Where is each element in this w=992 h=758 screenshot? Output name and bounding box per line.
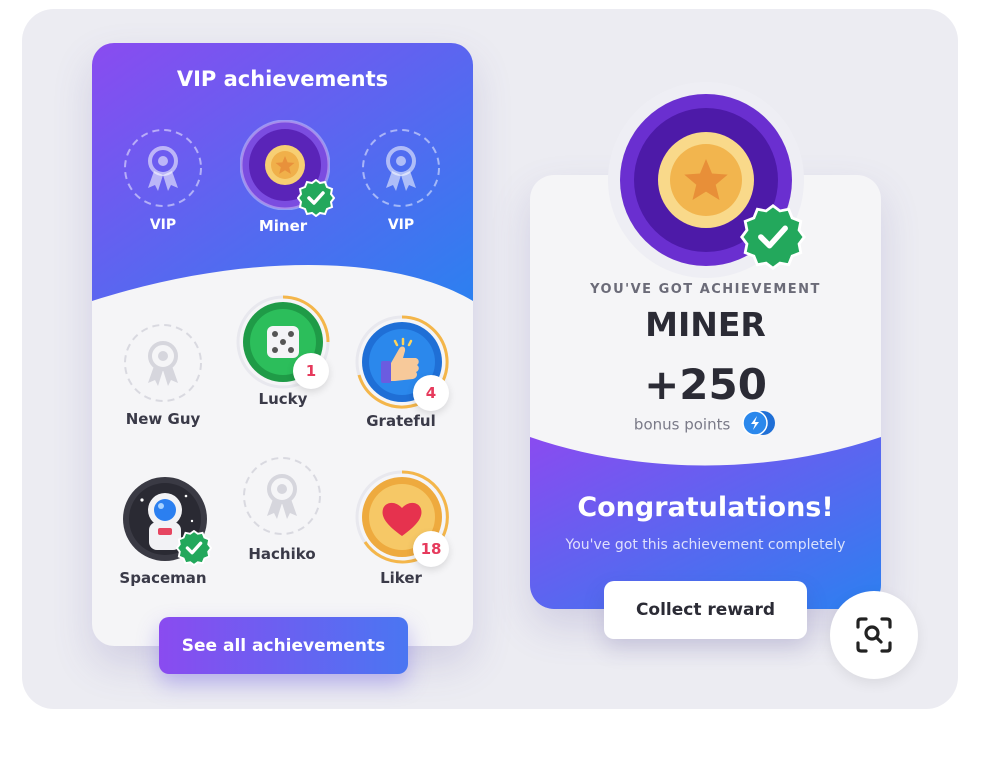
ribbon-badge-icon xyxy=(362,129,440,207)
visual-search-icon xyxy=(856,617,892,653)
points-value: +250 xyxy=(644,360,767,409)
achievement-name: MINER xyxy=(645,305,766,344)
coin-icon xyxy=(741,410,777,440)
badge-hachiko[interactable] xyxy=(242,456,322,536)
badge-new-guy[interactable] xyxy=(123,323,203,403)
ribbon-badge-icon xyxy=(124,324,202,402)
card-title: VIP achievements xyxy=(176,67,389,91)
checkmark-icon xyxy=(296,178,336,218)
bonus-points-row: bonus points xyxy=(530,410,881,440)
progress-count: 1 xyxy=(293,353,329,389)
badge-label: Lucky xyxy=(258,390,308,408)
progress-count: 4 xyxy=(413,375,449,411)
progress-count: 18 xyxy=(413,531,449,567)
ribbon-badge-icon xyxy=(124,129,202,207)
bonus-points-label: bonus points xyxy=(633,415,731,434)
badge-label: New Guy xyxy=(125,410,201,428)
badge-vip-2[interactable] xyxy=(361,128,441,208)
congratulations-subtitle: You've got this achievement completely xyxy=(565,537,846,553)
badge-vip-1[interactable] xyxy=(123,128,203,208)
badge-label: Liker xyxy=(380,569,422,587)
ribbon-badge-icon xyxy=(243,457,321,535)
badge-label: Spaceman xyxy=(119,569,207,587)
congratulations-title: Congratulations! xyxy=(577,492,834,523)
badge-label: Miner xyxy=(258,217,308,235)
checkmark-icon xyxy=(740,204,806,270)
collect-reward-button[interactable]: Collect reward xyxy=(604,581,807,639)
badge-label: Hachiko xyxy=(248,545,316,563)
see-all-achievements-button[interactable]: See all achievements xyxy=(159,617,408,674)
badge-label: VIP xyxy=(149,217,177,233)
badge-label: Grateful xyxy=(366,412,436,430)
checkmark-icon xyxy=(175,529,213,567)
achievement-kicker: YOU'VE GOT ACHIEVEMENT xyxy=(590,282,821,297)
visual-search-button[interactable] xyxy=(830,591,918,679)
badge-label: VIP xyxy=(387,217,415,233)
